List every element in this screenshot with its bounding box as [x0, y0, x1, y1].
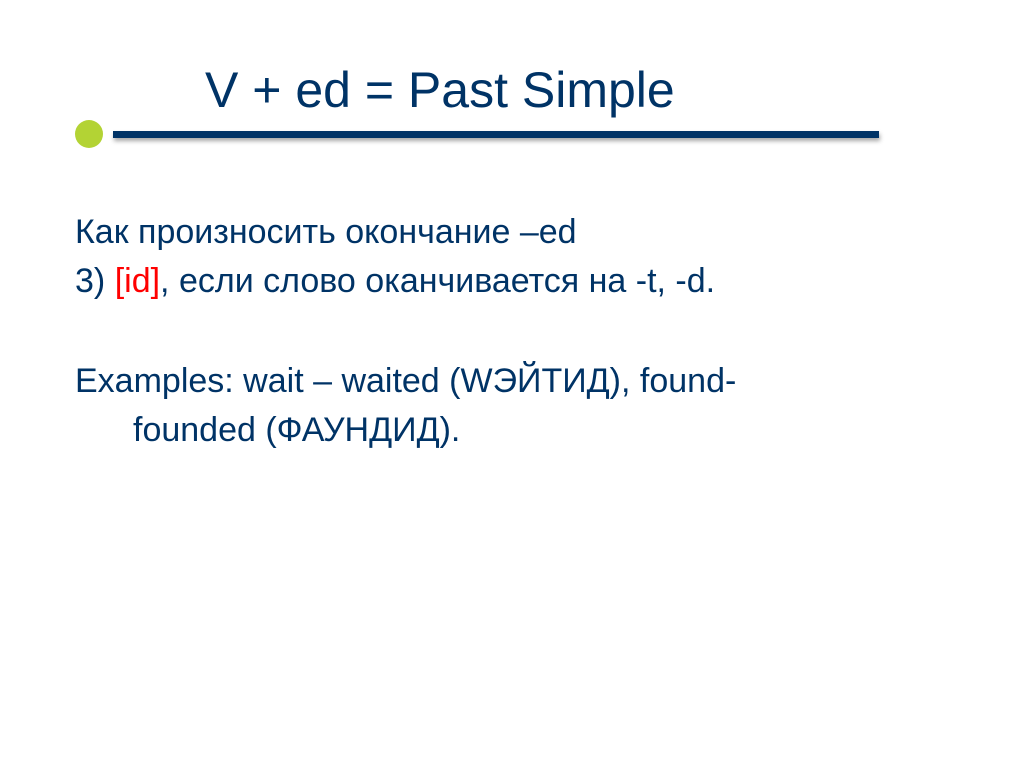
- line2-prefix: 3): [75, 262, 115, 300]
- content-line-1: Как произносить окончание –ed: [75, 208, 949, 257]
- title-underline: [75, 120, 879, 148]
- bullet-dot-icon: [75, 120, 103, 148]
- example-line-2: founded (ФАУНДИД).: [75, 406, 949, 455]
- content-line-2: 3) [id], если слово оканчивается на -t, …: [75, 257, 949, 306]
- title-area: V + ed = Past Simple: [75, 60, 949, 138]
- underline-bar: [113, 131, 879, 138]
- line2-suffix: , если слово оканчивается на -t, -d.: [160, 262, 715, 300]
- slide-container: V + ed = Past Simple Как произносить око…: [0, 0, 1024, 768]
- example-line-1: Examples: wait – waited (WЭЙТИД), found-: [75, 357, 949, 406]
- spacer: [75, 307, 949, 357]
- line2-highlight: [id]: [115, 262, 160, 300]
- content-area: Как произносить окончание –ed 3) [id], е…: [75, 188, 949, 455]
